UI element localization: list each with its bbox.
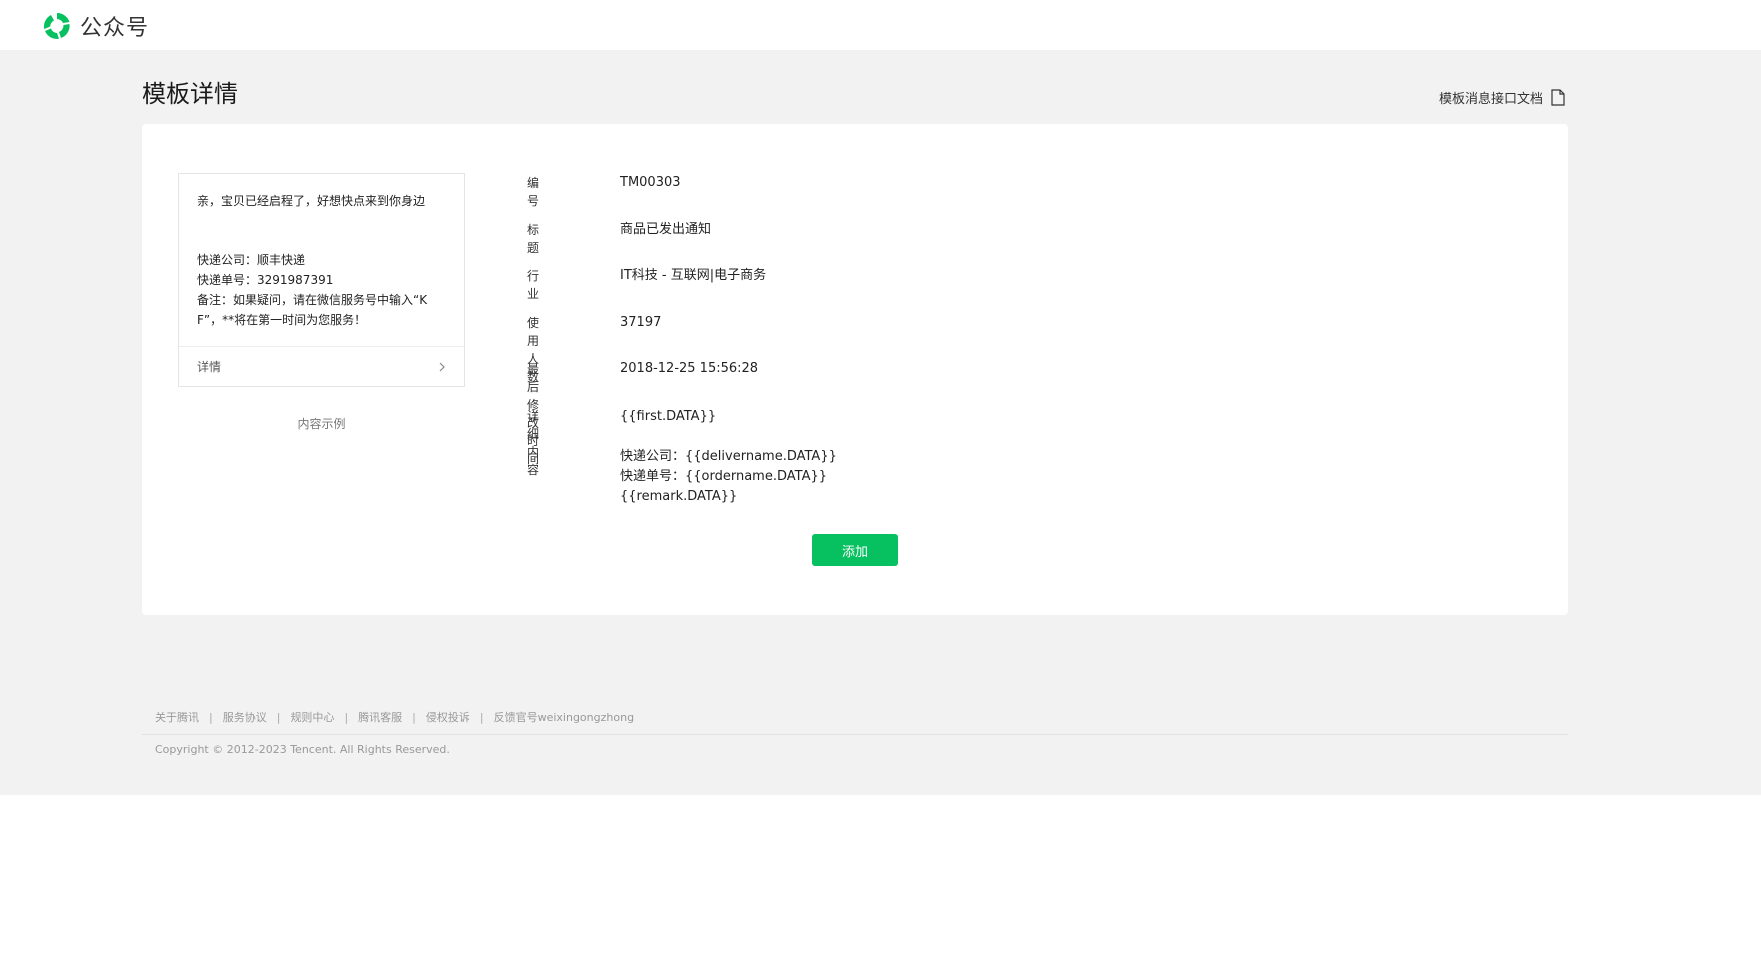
preview-line: F”，**将在第一时间为您服务！	[197, 313, 367, 327]
preview-body: 亲，宝贝已经启程了，好想快点来到你身边 快递公司：顺丰快递 快递单号：32919…	[179, 174, 464, 330]
doc-link-label: 模板消息接口文档	[1438, 92, 1543, 107]
logo[interactable]: 公众号	[42, 10, 149, 42]
detail-line: 快递单号：{{ordername.DATA}}	[620, 468, 828, 484]
footer-link-agreement[interactable]: 服务协议	[223, 709, 267, 725]
footer-separator: |	[276, 710, 281, 724]
footer-separator: |	[412, 710, 416, 724]
detail-gap	[620, 427, 837, 447]
preview-first-line: 亲，宝贝已经启程了，好想快点来到你身边	[197, 194, 426, 208]
preview-line: 快递单号：3291987391	[197, 273, 334, 287]
number-value: TM00303	[620, 175, 681, 190]
detail-content: {{first.DATA}} 快递公司：{{delivername.DATA}}…	[620, 407, 837, 507]
bottom-blank	[0, 795, 1761, 961]
footer-link-infringement[interactable]: 侵权投诉	[426, 709, 470, 725]
preview-detail-link[interactable]: 详情	[179, 346, 464, 386]
document-icon	[1551, 89, 1565, 106]
footer-link-rules[interactable]: 规则中心	[290, 709, 334, 725]
top-bar: 公众号	[0, 0, 1761, 50]
industry-value: IT科技 - 互联网|电子商务	[620, 268, 767, 284]
preview-caption: 内容示例	[297, 417, 346, 431]
footer-link-about[interactable]: 关于腾讯	[155, 709, 199, 725]
detail-line: {{remark.DATA}}	[620, 488, 738, 504]
footer-divider	[142, 734, 1568, 735]
detail-first: {{first.DATA}}	[620, 408, 717, 424]
preview-line: 快递公司：顺丰快递	[197, 253, 306, 267]
add-button[interactable]: 添加	[812, 534, 898, 566]
title-value: 商品已发出通知	[620, 221, 712, 237]
title-label: 标题	[527, 222, 540, 255]
footer-separator: |	[479, 710, 484, 724]
footer-link-feedback[interactable]: 反馈官号weixingongzhong	[494, 709, 634, 725]
copyright: Copyright © 2012-2023 Tencent. All Right…	[155, 743, 450, 756]
number-label: 编号	[527, 176, 540, 208]
preview-line: 备注：如果疑问，请在微信服务号中输入“K	[197, 293, 428, 307]
footer-link-support[interactable]: 腾讯客服	[358, 709, 402, 725]
app-name: 公众号	[80, 16, 150, 41]
template-api-doc-link[interactable]: 模板消息接口文档	[1439, 88, 1565, 107]
wechat-official-account-logo-icon	[43, 12, 70, 39]
detail-line: 快递公司：{{delivername.DATA}}	[620, 448, 837, 464]
footer-separator: |	[344, 710, 349, 724]
template-detail-card: 亲，宝贝已经启程了，好想快点来到你身边 快递公司：顺丰快递 快递单号：32919…	[142, 124, 1568, 615]
message-preview: 亲，宝贝已经启程了，好想快点来到你身边 快递公司：顺丰快递 快递单号：32919…	[178, 173, 465, 387]
page-title: 模板详情	[142, 80, 238, 108]
detail-label: 详细内容	[527, 408, 540, 477]
footer-separator: |	[209, 710, 213, 724]
modified-value: 2018-12-25 15:56:28	[620, 361, 759, 377]
footer-links: 关于腾讯 | 服务协议 | 规则中心 | 腾讯客服 | 侵权投诉 | 反馈官号w…	[155, 709, 634, 725]
preview-detail-label: 详情	[197, 360, 222, 374]
industry-label: 行业	[527, 269, 540, 302]
users-value: 37197	[620, 314, 662, 330]
chevron-right-icon	[439, 362, 445, 371]
